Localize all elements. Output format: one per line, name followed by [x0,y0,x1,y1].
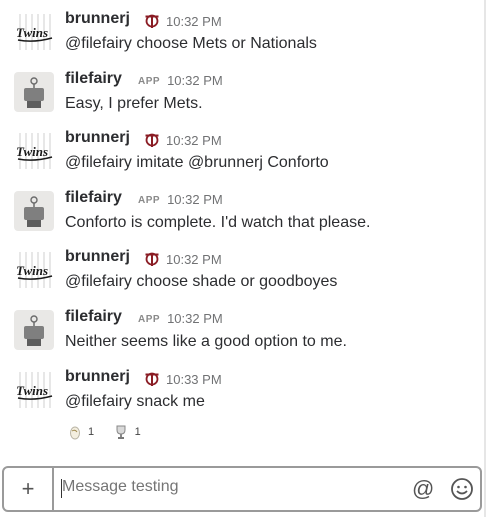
reaction-trophy[interactable]: 1 [113,424,141,440]
attach-plus-button[interactable]: + [4,468,54,510]
message-text: Easy, I prefer Mets. [65,95,203,112]
reactions-row: 1 1 [68,424,155,446]
message: filefairy APP 10:32 PM Conforto is comple… [0,189,486,249]
message-author[interactable]: brunnerj [65,368,130,386]
message-author[interactable]: filefairy [65,189,122,207]
message-text: @filefairy imitate @brunnerj Conforto [65,154,329,172]
message-text-suffix: Conforto [262,154,329,171]
message-author[interactable]: brunnerj [65,10,130,28]
message-author[interactable]: brunnerj [65,248,130,266]
app-badge: APP [138,314,161,325]
message-time[interactable]: 10:32 PM [167,192,223,207]
message: Twins brunnerj 10:32 PM @filefairy choos… [0,248,486,308]
twins-t-icon [145,372,159,386]
message-meta: 10:33 PM [144,371,222,387]
reaction-count: 1 [134,426,141,438]
twins-logo-avatar[interactable]: Twins [14,131,54,171]
message-meta: APP 10:32 PM [138,192,223,207]
message-time[interactable]: 10:32 PM [166,133,222,148]
message-time[interactable]: 10:32 PM [166,14,222,29]
fairy-robot-avatar[interactable] [14,191,54,231]
message-meta: APP 10:32 PM [138,73,223,88]
reaction-count: 1 [88,426,95,438]
svg-text:Twins: Twins [16,25,48,40]
message-author[interactable]: filefairy [65,70,122,88]
message-meta: 10:32 PM [144,251,222,267]
svg-text:Twins: Twins [16,383,48,398]
message-meta: 10:32 PM [144,13,222,29]
message: Twins brunnerj 10:33 PM @filefairy snack… [0,368,486,428]
app-badge: APP [138,76,161,87]
message-author[interactable]: filefairy [65,308,122,326]
twins-t-icon [145,133,159,147]
message-text: Neither seems like a good option to me. [65,333,347,350]
twins-t-icon [145,252,159,266]
message-author[interactable]: brunnerj [65,129,130,147]
message: Twins brunnerj 10:32 PM @filefairy imita… [0,129,486,189]
twins-logo-avatar[interactable]: Twins [14,12,54,52]
message: filefairy APP 10:32 PM Easy, I prefer Met… [0,70,486,130]
message-time[interactable]: 10:32 PM [167,73,223,88]
egg-icon [70,426,80,440]
mention-at-button[interactable]: @ [412,476,434,502]
message: Twins brunnerj 10:32 PM @filefairy choos… [0,10,486,70]
message-input[interactable] [62,478,392,496]
message-time[interactable]: 10:32 PM [166,252,222,267]
trophy-icon [116,425,126,439]
message-composer: + @ [2,466,482,512]
twins-logo-avatar[interactable]: Twins [14,370,54,410]
message-text: @filefairy choose shade or goodboyes [65,273,338,290]
reaction-egg[interactable]: 1 [68,424,94,440]
svg-text:Twins: Twins [16,263,48,278]
smiley-icon[interactable] [450,477,474,506]
message-text-prefix: @filefairy imitate [65,154,188,171]
message-text: @filefairy choose Mets or Nationals [65,35,317,52]
message-time[interactable]: 10:32 PM [167,311,223,326]
message-meta: 10:32 PM [144,132,222,148]
twins-logo-avatar[interactable]: Twins [14,250,54,290]
message: filefairy APP 10:32 PM Neither seems like… [0,308,486,368]
fairy-robot-avatar[interactable] [14,310,54,350]
message-time[interactable]: 10:33 PM [166,372,222,387]
twins-t-icon [145,14,159,28]
app-badge: APP [138,195,161,206]
message-text: Conforto is complete. I'd watch that ple… [65,214,371,231]
user-mention[interactable]: @brunnerj [188,154,263,171]
message-text: @filefairy snack me [65,393,205,410]
svg-text:Twins: Twins [16,144,48,159]
message-meta: APP 10:32 PM [138,311,223,326]
fairy-robot-avatar[interactable] [14,72,54,112]
